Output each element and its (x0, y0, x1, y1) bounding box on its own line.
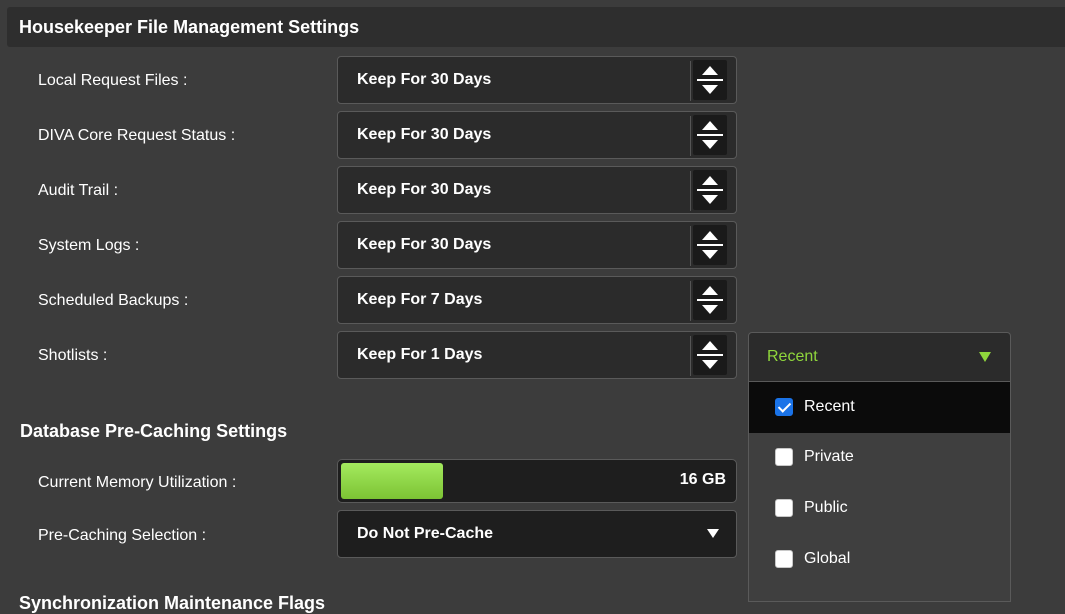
spinner-down-icon[interactable] (702, 140, 718, 149)
spinner-up-icon[interactable] (702, 176, 718, 185)
system-logs-label: System Logs : (38, 237, 140, 254)
option-recent[interactable]: Recent (749, 382, 1010, 433)
memory-utilization-bar: 16 GB (337, 459, 737, 503)
chevron-down-icon (707, 529, 719, 538)
option-public[interactable]: Public (749, 484, 1010, 535)
option-label: Private (804, 448, 854, 465)
spinner-down-icon[interactable] (702, 360, 718, 369)
option-label: Recent (804, 398, 855, 415)
spinner-down-icon[interactable] (702, 195, 718, 204)
checkbox-icon[interactable] (775, 448, 793, 466)
option-label: Public (804, 499, 848, 516)
audit-trail-spinner[interactable]: Keep For 30 Days (337, 166, 737, 214)
local-request-files-spinner[interactable]: Keep For 30 Days (337, 56, 737, 104)
spinner-divider (690, 281, 691, 321)
spinner-up-down-icon[interactable] (693, 335, 727, 375)
shotlist-visibility-value: Recent (767, 348, 818, 365)
spinner-value: Keep For 7 Days (357, 291, 483, 308)
option-global[interactable]: Global (749, 535, 1010, 586)
spinner-divider (690, 336, 691, 376)
spinner-separator (697, 79, 723, 81)
shotlist-visibility-select[interactable]: Recent (748, 332, 1011, 382)
scheduled-backups-spinner[interactable]: Keep For 7 Days (337, 276, 737, 324)
shotlist-visibility-options: Recent Private Public Global (748, 382, 1011, 602)
spinner-value: Keep For 1 Days (357, 346, 483, 363)
spinner-value: Keep For 30 Days (357, 126, 492, 143)
spinner-up-icon[interactable] (702, 286, 718, 295)
spinner-separator (697, 244, 723, 246)
checkbox-icon[interactable] (775, 499, 793, 517)
local-request-files-label: Local Request Files : (38, 72, 188, 89)
system-logs-spinner[interactable]: Keep For 30 Days (337, 221, 737, 269)
spinner-down-icon[interactable] (702, 85, 718, 94)
memory-utilization-label: Current Memory Utilization : (38, 474, 237, 491)
spinner-up-icon[interactable] (702, 121, 718, 130)
option-private[interactable]: Private (749, 433, 1010, 484)
spinner-down-icon[interactable] (702, 250, 718, 259)
spinner-divider (690, 226, 691, 266)
spinner-separator (697, 354, 723, 356)
option-label: Global (804, 550, 851, 567)
spinner-up-down-icon[interactable] (693, 170, 727, 210)
diva-core-request-status-spinner[interactable]: Keep For 30 Days (337, 111, 737, 159)
pre-caching-select-value: Do Not Pre-Cache (357, 525, 494, 542)
spinner-value: Keep For 30 Days (357, 236, 492, 253)
spinner-up-icon[interactable] (702, 231, 718, 240)
spinner-up-icon[interactable] (702, 66, 718, 75)
audit-trail-label: Audit Trail : (38, 182, 119, 199)
pre-caching-select[interactable]: Do Not Pre-Cache (337, 510, 737, 558)
spinner-separator (697, 299, 723, 301)
shotlists-spinner[interactable]: Keep For 1 Days (337, 331, 737, 379)
checkbox-icon[interactable] (775, 398, 793, 416)
spinner-down-icon[interactable] (702, 305, 718, 314)
memory-utilization-fill (341, 463, 443, 499)
spinner-value: Keep For 30 Days (357, 181, 492, 198)
spinner-up-down-icon[interactable] (693, 60, 727, 100)
spinner-separator (697, 134, 723, 136)
chevron-down-icon[interactable] (979, 352, 991, 362)
scheduled-backups-label: Scheduled Backups : (38, 292, 189, 309)
shotlists-label: Shotlists : (38, 347, 108, 364)
spinner-separator (697, 189, 723, 191)
checkbox-icon[interactable] (775, 550, 793, 568)
diva-core-request-status-label: DIVA Core Request Status : (38, 127, 236, 144)
sync-title: Synchronization Maintenance Flags (19, 593, 326, 613)
precache-title: Database Pre-Caching Settings (20, 421, 288, 441)
spinner-up-down-icon[interactable] (693, 280, 727, 320)
spinner-up-icon[interactable] (702, 341, 718, 350)
pre-caching-selection-label: Pre-Caching Selection : (38, 527, 207, 544)
spinner-divider (690, 61, 691, 101)
spinner-value: Keep For 30 Days (357, 71, 492, 88)
spinner-divider (690, 116, 691, 156)
housekeeper-title: Housekeeper File Management Settings (19, 17, 360, 37)
memory-utilization-value: 16 GB (679, 471, 726, 488)
spinner-divider (690, 171, 691, 211)
spinner-up-down-icon[interactable] (693, 225, 727, 265)
spinner-up-down-icon[interactable] (693, 115, 727, 155)
